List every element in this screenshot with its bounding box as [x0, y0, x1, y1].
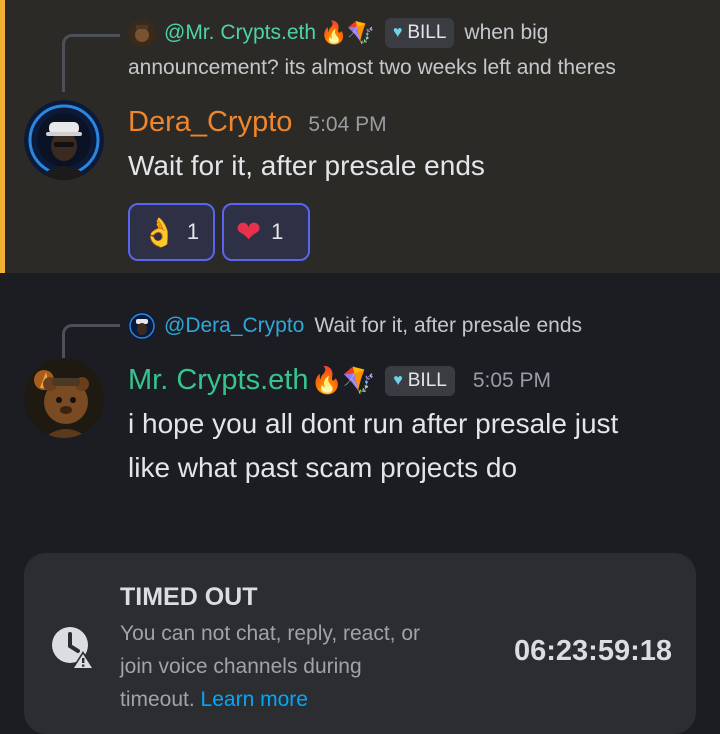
reply-preview[interactable]: @Dera_Crypto Wait for it, after presale … — [128, 312, 582, 340]
author-username[interactable]: Dera_Crypto — [128, 106, 292, 139]
heart-gem-icon: ♥ — [393, 371, 403, 389]
reply-username[interactable]: @Mr. Crypts.eth — [164, 21, 316, 45]
message-timestamp[interactable]: 5:05 PM — [473, 369, 551, 393]
timeout-notice: TIMED OUT You can not chat, reply, react… — [24, 553, 696, 734]
message-timestamp[interactable]: 5:04 PM — [308, 113, 386, 137]
reply-avatar — [128, 19, 156, 47]
role-badge[interactable]: ♥ BILL — [385, 365, 455, 396]
message-content: Wait for it, after presale ends — [128, 150, 485, 181]
reply-avatar — [128, 312, 156, 340]
chat-window: @Mr. Crypts.eth 🔥🪁 ♥ BILL when big annou… — [0, 0, 720, 734]
learn-more-link[interactable]: Learn more — [201, 688, 308, 711]
timeout-title: TIMED OUT — [120, 583, 258, 611]
ok-hand-icon: 👌 — [142, 216, 177, 248]
clock-warning-icon — [50, 625, 96, 671]
heart-gem-icon: ♥ — [392, 24, 403, 41]
reply-text-continuation: announcement? its almost two weeks left … — [128, 56, 616, 79]
reaction-count: 1 — [271, 219, 284, 244]
timeout-description: You can not chat, reply, react, or join … — [120, 617, 440, 716]
author-username[interactable]: Mr. Crypts.eth — [128, 364, 309, 397]
reaction-count: 1 — [186, 219, 200, 244]
reply-username[interactable]: @Dera_Crypto — [164, 314, 304, 338]
message-dera-crypto[interactable]: @Mr. Crypts.eth 🔥🪁 ♥ BILL when big annou… — [0, 0, 720, 273]
role-label: BILL — [407, 22, 447, 43]
heart-icon: ❤ — [236, 215, 262, 249]
avatar[interactable] — [24, 100, 104, 180]
role-label: BILL — [407, 369, 447, 391]
timeout-countdown: 06:23:59:18 — [514, 635, 672, 667]
reply-text: when big — [464, 21, 549, 44]
reply-preview[interactable]: @Mr. Crypts.eth 🔥🪁 ♥ BILL when big — [128, 18, 548, 48]
avatar[interactable] — [24, 358, 104, 438]
reply-text: Wait for it, after presale ends — [314, 314, 583, 337]
reaction-ok-hand[interactable]: 👌 1 — [128, 203, 215, 261]
message-content-line-2: like what past scam projects do — [128, 452, 518, 483]
role-badge[interactable]: ♥ BILL — [384, 18, 455, 48]
message-header: Mr. Crypts.eth 🔥🪁 ♥ BILL 5:05 PM — [128, 364, 551, 397]
username-emojis: 🔥🪁 — [320, 20, 375, 45]
mention-highlight-bar — [0, 0, 5, 273]
message-content-line-1: i hope you all dont run after presale ju… — [128, 408, 619, 439]
reply-connector — [62, 34, 120, 92]
username-emojis: 🔥🪁 — [310, 365, 376, 395]
message-header: Dera_Crypto 5:04 PM — [128, 106, 387, 139]
reaction-heart[interactable]: ❤ 1 — [222, 203, 310, 261]
